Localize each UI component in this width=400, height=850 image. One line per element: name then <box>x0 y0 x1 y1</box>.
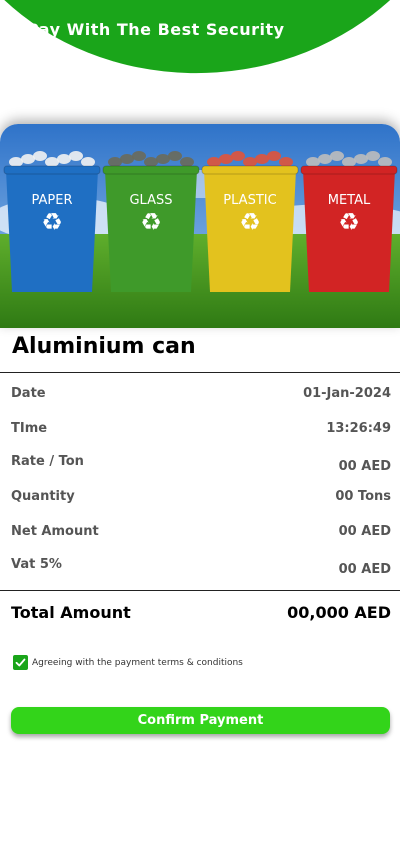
recycle-icon: ♻ <box>41 208 63 236</box>
total-label: Total Amount <box>11 603 131 622</box>
confirm-payment-button[interactable]: Confirm Payment <box>11 707 390 734</box>
detail-label: Rate / Ton <box>11 454 84 469</box>
header-banner <box>0 0 400 92</box>
recycle-icon: ♻ <box>338 208 360 236</box>
bin-label: PLASTIC <box>223 193 276 208</box>
detail-value: 13:26:49 <box>326 421 391 436</box>
recycling-bin-plastic: PLASTIC♻ <box>201 151 299 292</box>
detail-value: 00 Tons <box>335 489 391 504</box>
product-title: Aluminium can <box>12 334 196 359</box>
total-row: Total Amount 00,000 AED <box>11 603 391 622</box>
header-title: Pay With The Best Security <box>27 20 285 39</box>
total-value: 00,000 AED <box>287 603 391 622</box>
bin-label: GLASS <box>129 193 172 208</box>
recycle-icon: ♻ <box>140 208 162 236</box>
recycling-bin-glass: GLASS♻ <box>102 151 200 292</box>
detail-label: TIme <box>11 421 48 436</box>
detail-label: Date <box>11 386 46 401</box>
detail-value: 00 AED <box>338 562 391 577</box>
detail-label: Vat 5% <box>11 557 62 572</box>
detail-value: 00 AED <box>338 459 391 474</box>
bin-label: METAL <box>328 193 371 208</box>
detail-label: Quantity <box>11 489 75 504</box>
divider-top <box>0 372 400 373</box>
checkmark-icon <box>15 658 26 667</box>
detail-value: 01-Jan-2024 <box>303 386 391 401</box>
recycling-bin-metal: METAL♻ <box>300 151 398 292</box>
recycling-bin-paper: PAPER♻ <box>3 151 101 292</box>
terms-text: Agreeing with the payment terms & condit… <box>32 657 243 668</box>
hero-image-recycling-bins: PAPER ♻ GLASS ♻ PLASTIC ♻ METAL ♻ <box>0 124 400 328</box>
terms-agreement: Agreeing with the payment terms & condit… <box>13 655 243 670</box>
recycle-icon: ♻ <box>239 208 261 236</box>
divider-bottom <box>0 590 400 591</box>
detail-value: 00 AED <box>338 524 391 539</box>
bin-label: PAPER <box>32 193 73 208</box>
terms-checkbox[interactable] <box>13 655 28 670</box>
detail-label: Net Amount <box>11 524 99 539</box>
